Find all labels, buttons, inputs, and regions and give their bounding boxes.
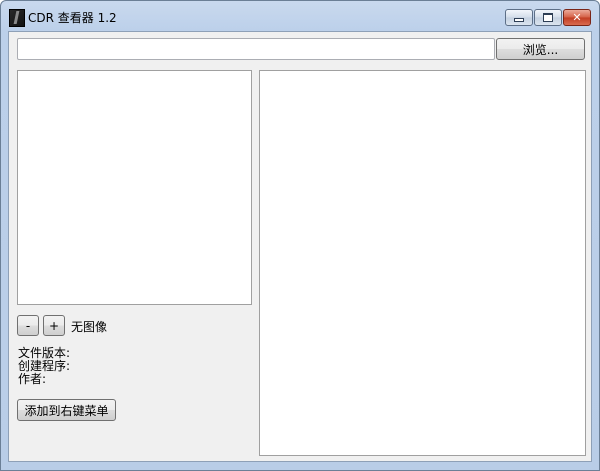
minimize-icon bbox=[514, 18, 524, 22]
image-status-label: 无图像 bbox=[71, 320, 108, 334]
minimize-button[interactable] bbox=[505, 9, 533, 26]
main-window: CDR 查看器 1.2 ✕ 浏览... - + 无图像 文件版本: 创建程序: … bbox=[0, 0, 600, 471]
client-area: 浏览... - + 无图像 文件版本: 创建程序: 作者: 添加到右键菜单 bbox=[8, 31, 592, 462]
maximize-button[interactable] bbox=[534, 9, 562, 26]
author-label: 作者: bbox=[18, 372, 47, 386]
close-icon: ✕ bbox=[572, 11, 582, 24]
file-path-input[interactable] bbox=[17, 38, 495, 60]
title-bar[interactable]: CDR 查看器 1.2 ✕ bbox=[1, 1, 599, 31]
zoom-in-button[interactable]: + bbox=[43, 315, 65, 336]
thumbnail-panel bbox=[17, 70, 252, 305]
browse-button[interactable]: 浏览... bbox=[496, 38, 585, 60]
cdr-app-icon[interactable] bbox=[9, 9, 25, 27]
add-context-menu-button[interactable]: 添加到右键菜单 bbox=[17, 399, 116, 421]
add-context-menu-label: 添加到右键菜单 bbox=[24, 403, 109, 418]
preview-panel bbox=[259, 70, 586, 456]
maximize-icon bbox=[543, 13, 553, 22]
zoom-out-button[interactable]: - bbox=[17, 315, 39, 336]
browse-button-label: 浏览... bbox=[522, 42, 559, 57]
close-button[interactable]: ✕ bbox=[563, 9, 591, 26]
window-title: CDR 查看器 1.2 bbox=[28, 11, 117, 25]
zoom-out-label: - bbox=[25, 318, 31, 333]
zoom-in-label: + bbox=[48, 318, 60, 333]
